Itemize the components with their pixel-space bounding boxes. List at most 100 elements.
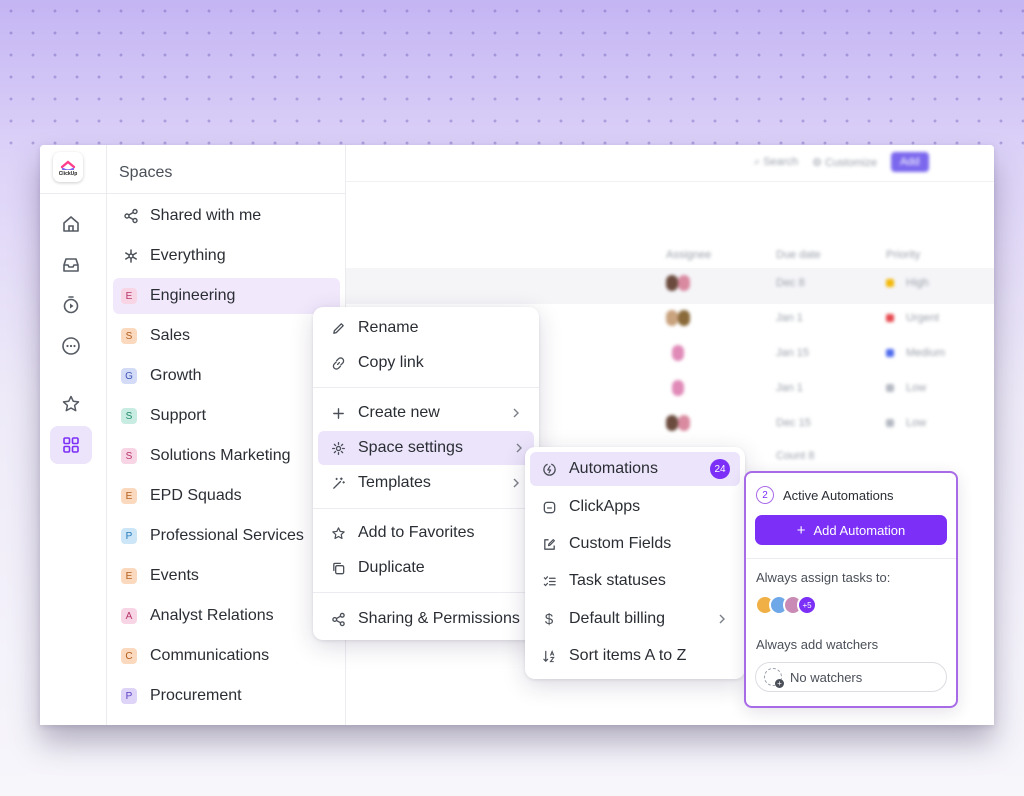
menu-item-clickapps[interactable]: ClickApps [533,490,737,524]
space-badge: E [121,568,137,584]
search-button[interactable]: ⌕ Search [754,156,798,169]
menu-item-sort-items[interactable]: Sort items A to Z [533,639,737,673]
table-row[interactable]: Jan 1 Low [666,380,986,398]
sidebar-item-label: Sales [150,327,191,344]
avatar [666,415,678,431]
chevron-right-icon [511,406,521,424]
sidebar-item-epd-squads[interactable]: E EPD Squads [113,478,340,514]
checklist-icon [540,574,558,589]
space-badge: E [121,488,137,504]
sidebar-item-analyst-relations[interactable]: A Analyst Relations [113,598,340,634]
sidebar-item-shared-with-me[interactable]: Shared with me [113,198,340,234]
dollar-icon: $ [544,610,554,628]
active-automations-panel: 2 Active Automations + Add Automation Al… [744,471,958,708]
sidebar-divider [107,193,346,194]
menu-item-duplicate[interactable]: Duplicate [321,551,531,585]
menu-item-add-to-favorites[interactable]: Add to Favorites [321,516,531,550]
menu-item-copy-link[interactable]: Copy link [321,346,531,380]
count-label: Count [776,450,806,462]
assignee-avatars[interactable]: +5 [755,594,817,616]
priority: Urgent [906,312,940,324]
clickup-logo[interactable]: ClickUp [53,152,83,182]
menu-item-rename[interactable]: Rename [321,311,531,345]
sort-az-icon [540,649,558,664]
panel-title: Active Automations [783,488,894,503]
avatar [672,380,684,396]
sidebar-item-label: Solutions Marketing [150,447,291,464]
priority-flag-icon [886,419,894,427]
menu-item-space-settings[interactable]: Space settings [318,431,534,465]
more-icon[interactable] [50,327,92,365]
priority-flag-icon [886,349,894,357]
sidebar-item-support[interactable]: S Support [113,398,340,434]
sidebar-item-sales[interactable]: S Sales [113,318,340,354]
logo-text: ClickUp [58,170,78,177]
sidebar-item-label: Support [150,407,207,424]
watchers-select[interactable]: + No watchers [755,662,947,692]
sidebar-item-procurement[interactable]: P Procurement [113,678,340,714]
sidebar-item-everything[interactable]: Everything [113,238,340,274]
sidebar-item-communications[interactable]: C Communications [113,638,340,674]
plus-icon: + [796,521,806,539]
menu-item-label: Default billing [569,610,666,627]
home-icon[interactable] [50,205,92,243]
table-row[interactable]: Dec 15 Low [666,415,986,433]
timer-icon[interactable] [50,286,92,324]
star-icon[interactable] [50,385,92,423]
table-row[interactable]: Dec 8 High [666,275,986,293]
menu-item-templates[interactable]: Templates [321,466,531,500]
priority: High [906,277,929,289]
table-row[interactable]: Jan 1 Urgent [666,310,986,328]
menu-item-custom-fields[interactable]: Custom Fields [533,527,737,561]
table-row[interactable]: Jan 15 Medium [666,345,986,363]
column-assignee: Assignee [666,249,712,261]
spaces-grid-icon[interactable] [50,426,92,464]
menu-item-automations[interactable]: Automations 24 [530,452,740,486]
sidebar-item-label: Growth [150,367,202,384]
due-date: Jan 15 [776,347,810,359]
menu-item-default-billing[interactable]: $ Default billing [533,602,737,636]
star-icon [329,526,347,541]
avatar [672,345,684,361]
avatar [678,415,690,431]
avatar [666,275,678,291]
add-automation-button[interactable]: + Add Automation [755,515,947,545]
chevron-right-icon [511,476,521,494]
dotted-background [0,0,1024,150]
customize-button[interactable]: ⚙ Customize [812,156,877,169]
menu-item-label: Sort items A to Z [569,647,687,664]
menu-item-task-statuses[interactable]: Task statuses [533,564,737,598]
panel-divider [746,558,956,559]
sidebar-item-label: Everything [150,247,226,264]
sidebar-item-engineering[interactable]: E Engineering [113,278,340,314]
menu-divider [313,508,539,509]
space-settings-submenu: Automations 24 ClickApps Custom Fields T… [525,447,745,679]
priority: Low [906,417,927,429]
menu-item-create-new[interactable]: Create new [321,396,531,430]
avatar [666,310,678,326]
sidebar-item-label: Communications [150,647,270,664]
logo-icon [60,159,76,170]
sidebar-item-label: Analyst Relations [150,607,274,624]
menu-item-label: Copy link [358,354,424,371]
column-priority: Priority [886,249,921,261]
sidebar-item-solutions-marketing[interactable]: S Solutions Marketing [113,438,340,474]
space-badge: A [121,608,137,624]
sidebar-item-label: Engineering [150,287,236,304]
assign-label: Always assign tasks to: [756,570,891,585]
count-value: 8 [808,450,815,462]
menu-item-label: Task statuses [569,572,666,589]
inbox-icon[interactable] [50,246,92,284]
column-due-date: Due date [776,249,821,261]
due-date: Jan 1 [776,312,803,324]
sidebar-title: Spaces [119,164,173,181]
avatar [678,310,690,326]
sidebar-item-growth[interactable]: G Growth [113,358,340,394]
toolbar-divider [346,181,994,182]
sidebar-item-events[interactable]: E Events [113,558,340,594]
due-date: Dec 8 [776,277,805,289]
add-button[interactable]: Add [890,152,929,172]
automation-icon [540,462,558,477]
menu-item-sharing-permissions[interactable]: Sharing & Permissions [321,602,535,636]
sidebar-item-professional-services[interactable]: P Professional Services [113,518,340,554]
